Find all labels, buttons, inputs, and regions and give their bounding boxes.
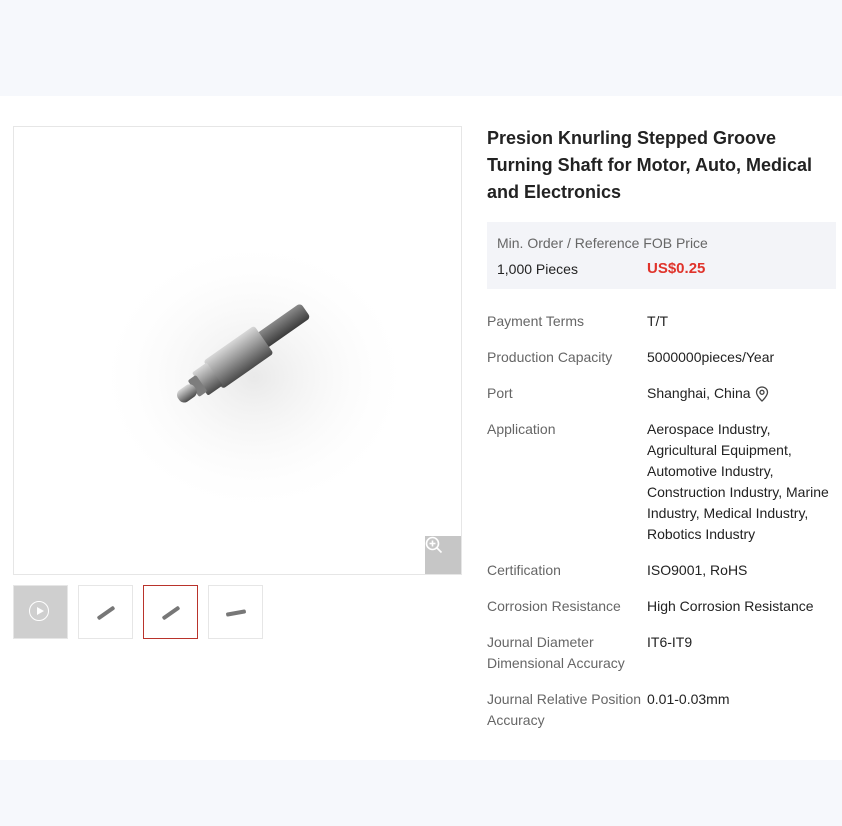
main-product-image[interactable] — [13, 126, 462, 575]
spec-value: High Corrosion Resistance — [647, 598, 814, 614]
page-header-band — [0, 0, 842, 96]
play-icon — [29, 601, 49, 621]
spec-value: ISO9001, RoHS — [647, 562, 748, 578]
spec-row-port: Port Shanghai, China — [487, 383, 837, 404]
thumbnail-video[interactable] — [13, 585, 68, 639]
shaft-thumbnail — [162, 606, 180, 620]
spec-key: Application — [487, 421, 556, 437]
spec-value: IT6-IT9 — [647, 634, 693, 650]
thumbnail-image[interactable] — [208, 585, 263, 639]
spec-value: 0.01-0.03mm — [647, 691, 730, 707]
port-text: Shanghai, China — [647, 385, 751, 401]
shaft-image — [94, 237, 414, 517]
shaft-thumbnail — [226, 609, 246, 617]
shaft-thumbnail — [97, 606, 115, 620]
spec-key: Journal Relative Position Accuracy — [487, 691, 642, 728]
spec-key: Certification — [487, 562, 561, 578]
min-order-quantity: 1,000 Pieces — [497, 261, 578, 277]
spec-row-journal-position-accuracy: Journal Relative Position Accuracy 0.01-… — [487, 689, 837, 731]
spec-row-production-capacity: Production Capacity 5000000pieces/Year — [487, 347, 837, 368]
spec-row-corrosion-resistance: Corrosion Resistance High Corrosion Resi… — [487, 596, 837, 617]
spec-value: Aerospace Industry, Agricultural Equipme… — [647, 421, 829, 542]
thumbnail-image[interactable] — [78, 585, 133, 639]
spec-row-payment-terms: Payment Terms T/T — [487, 311, 837, 332]
spec-key: Corrosion Resistance — [487, 598, 621, 614]
product-title: Presion Knurling Stepped Groove Turning … — [487, 128, 812, 202]
zoom-button[interactable] — [425, 536, 461, 574]
location-pin-icon[interactable] — [755, 386, 769, 403]
thumbnail-image-selected[interactable] — [143, 585, 198, 639]
spec-key: Payment Terms — [487, 313, 584, 329]
spec-key: Port — [487, 385, 513, 401]
spec-table: Payment Terms T/T Production Capacity 50… — [487, 311, 837, 746]
spec-value: 5000000pieces/Year — [647, 349, 775, 365]
spec-row-application: Application Aerospace Industry, Agricult… — [487, 419, 837, 545]
spec-value: T/T — [647, 313, 668, 329]
spec-key: Production Capacity — [487, 349, 613, 365]
spec-row-journal-diameter-accuracy: Journal Diameter Dimensional Accuracy IT… — [487, 632, 837, 674]
page-footer-band — [0, 760, 842, 826]
thumbnail-strip — [13, 585, 263, 639]
zoom-in-icon — [425, 536, 443, 554]
price-box: Min. Order / Reference FOB Price 1,000 P… — [487, 222, 836, 289]
fob-price: US$0.25 — [647, 260, 706, 277]
product-card: Presion Knurling Stepped Groove Turning … — [0, 96, 842, 760]
spec-key: Journal Diameter Dimensional Accuracy — [487, 634, 625, 671]
spec-row-certification: Certification ISO9001, RoHS — [487, 560, 837, 581]
price-label: Min. Order / Reference FOB Price — [497, 235, 708, 251]
spec-value-port: Shanghai, China — [647, 383, 837, 404]
